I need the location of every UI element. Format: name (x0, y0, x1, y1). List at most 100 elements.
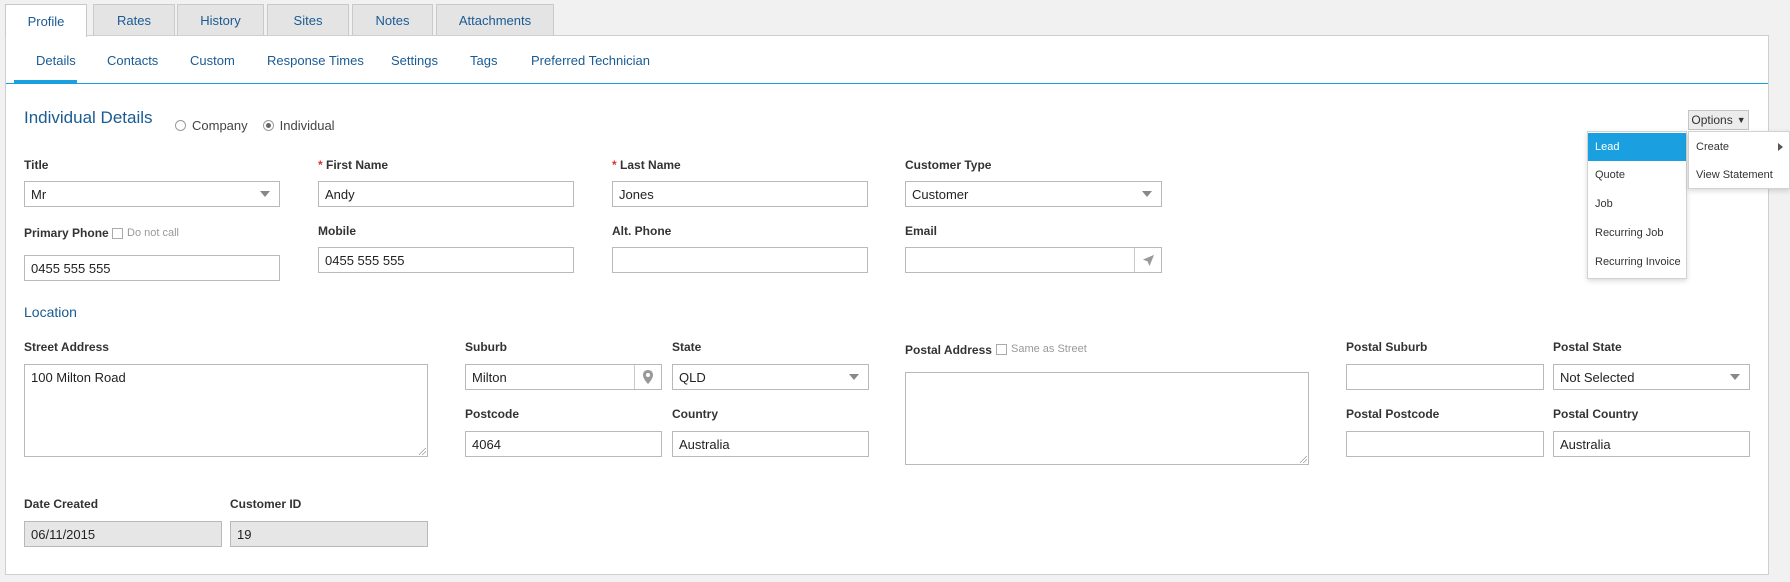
menu-item-recurring-invoice[interactable]: Recurring Invoice (1588, 248, 1686, 276)
section-title-location: Location (24, 304, 77, 320)
menu-item-quote[interactable]: Quote (1588, 161, 1686, 189)
suburb-value: Milton (472, 369, 507, 385)
postcode-input[interactable]: 4064 (465, 431, 662, 457)
postal-country-input[interactable]: Australia (1553, 431, 1750, 457)
title-select[interactable]: Mr (24, 181, 280, 207)
resize-handle[interactable] (1300, 456, 1307, 463)
menu-item-job[interactable]: Job (1588, 190, 1686, 218)
profile-panel: Details Contacts Custom Response Times S… (5, 35, 1769, 575)
create-submenu: Lead Quote Job Recurring Job Recurring I… (1587, 131, 1687, 279)
title-label: Title (24, 158, 49, 172)
menu-item-create-label: Create (1696, 141, 1730, 153)
date-created-value: 06/11/2015 (31, 526, 96, 542)
alt-phone-input[interactable] (612, 247, 868, 273)
primary-phone-input[interactable]: 0455 555 555 (24, 255, 280, 281)
do-not-call-checkbox[interactable] (112, 227, 123, 239)
tab-rates[interactable]: Rates (93, 4, 175, 36)
state-value: QLD (679, 369, 706, 385)
last-name-value: Jones (619, 186, 654, 202)
subtab-details[interactable]: Details (36, 53, 76, 68)
customer-id-field: 19 (230, 521, 428, 547)
customer-type-select[interactable]: Customer (905, 181, 1162, 207)
customer-type-value: Customer (912, 186, 969, 202)
last-name-label-text: Last Name (620, 158, 681, 172)
alt-phone-label: Alt. Phone (612, 224, 672, 238)
required-marker: * (318, 158, 323, 172)
postal-country-value: Australia (1560, 436, 1611, 452)
options-button[interactable]: Options ▼ (1688, 110, 1749, 130)
postal-state-select[interactable]: Not Selected (1553, 364, 1750, 390)
options-menu: Create View Statement (1688, 131, 1790, 189)
options-button-label: Options (1691, 113, 1733, 127)
tab-history[interactable]: History (177, 4, 264, 36)
required-marker: * (612, 158, 617, 172)
postcode-value: 4064 (472, 436, 501, 452)
postal-address-label: Postal Address (905, 343, 992, 357)
same-as-street-checkbox[interactable] (996, 343, 1007, 355)
title-value: Mr (31, 186, 47, 202)
active-subtab-indicator (14, 80, 77, 83)
email-input[interactable] (905, 247, 1162, 273)
menu-item-create[interactable]: Create (1689, 133, 1789, 161)
street-address-label: Street Address (24, 340, 109, 354)
menu-item-recurring-job[interactable]: Recurring Job (1588, 219, 1686, 247)
map-pin-icon[interactable] (634, 365, 661, 389)
primary-phone-label: Primary Phone (24, 226, 109, 240)
tab-attachments[interactable]: Attachments (436, 4, 554, 36)
state-label: State (672, 340, 702, 354)
street-address-textarea[interactable]: 100 Milton Road (24, 364, 428, 457)
resize-handle[interactable] (419, 448, 426, 455)
subtab-response-times[interactable]: Response Times (267, 53, 364, 68)
country-label: Country (672, 407, 718, 421)
postal-suburb-label: Postal Suburb (1346, 340, 1428, 354)
send-icon[interactable] (1134, 248, 1161, 272)
country-input[interactable]: Australia (672, 431, 869, 457)
tab-profile[interactable]: Profile (5, 4, 87, 37)
tab-sites[interactable]: Sites (267, 4, 349, 36)
radio-company[interactable] (175, 120, 186, 131)
customer-type-label: Customer Type (905, 158, 992, 172)
last-name-label: * Last Name (612, 158, 681, 172)
street-address-value: 100 Milton Road (31, 370, 126, 385)
email-label: Email (905, 224, 938, 238)
same-as-street-label: Same as Street (1011, 343, 1087, 355)
sub-tab-bar: Details Contacts Custom Response Times S… (6, 36, 1768, 84)
primary-phone-value: 0455 555 555 (31, 260, 111, 276)
first-name-input[interactable]: Andy (318, 181, 574, 207)
chevron-down-icon (849, 374, 859, 380)
first-name-label: * First Name (318, 158, 388, 172)
mobile-input[interactable]: 0455 555 555 (318, 247, 574, 273)
postal-address-textarea[interactable] (905, 372, 1309, 465)
radio-individual-label: Individual (279, 118, 335, 133)
menu-item-view-statement[interactable]: View Statement (1689, 161, 1789, 189)
chevron-down-icon (1730, 374, 1740, 380)
state-select[interactable]: QLD (672, 364, 869, 390)
suburb-label: Suburb (465, 340, 507, 354)
date-created-field: 06/11/2015 (24, 521, 222, 547)
chevron-right-icon (1778, 143, 1783, 151)
subtab-custom[interactable]: Custom (190, 53, 235, 68)
subtab-preferred-technician[interactable]: Preferred Technician (531, 53, 650, 68)
first-name-value: Andy (325, 186, 355, 202)
postal-postcode-label: Postal Postcode (1346, 407, 1440, 421)
postcode-label: Postcode (465, 407, 520, 421)
postal-suburb-input[interactable] (1346, 364, 1544, 390)
do-not-call-label: Do not call (127, 227, 179, 239)
postal-country-label: Postal Country (1553, 407, 1639, 421)
postal-postcode-input[interactable] (1346, 431, 1544, 457)
last-name-input[interactable]: Jones (612, 181, 868, 207)
mobile-value: 0455 555 555 (325, 252, 405, 268)
suburb-input[interactable]: Milton (465, 364, 662, 390)
subtab-tags[interactable]: Tags (470, 53, 497, 68)
menu-item-lead[interactable]: Lead (1588, 133, 1686, 161)
mobile-label: Mobile (318, 224, 356, 238)
country-value: Australia (679, 436, 730, 452)
tab-notes[interactable]: Notes (352, 4, 433, 36)
radio-individual[interactable] (262, 120, 274, 131)
postal-state-label: Postal State (1553, 340, 1622, 354)
do-not-call-checkbox-row: Do not call (112, 227, 179, 239)
subtab-settings[interactable]: Settings (391, 53, 438, 68)
postal-state-value: Not Selected (1560, 369, 1635, 385)
subtab-contacts[interactable]: Contacts (107, 53, 158, 68)
same-as-street-checkbox-row: Same as Street (996, 343, 1087, 355)
